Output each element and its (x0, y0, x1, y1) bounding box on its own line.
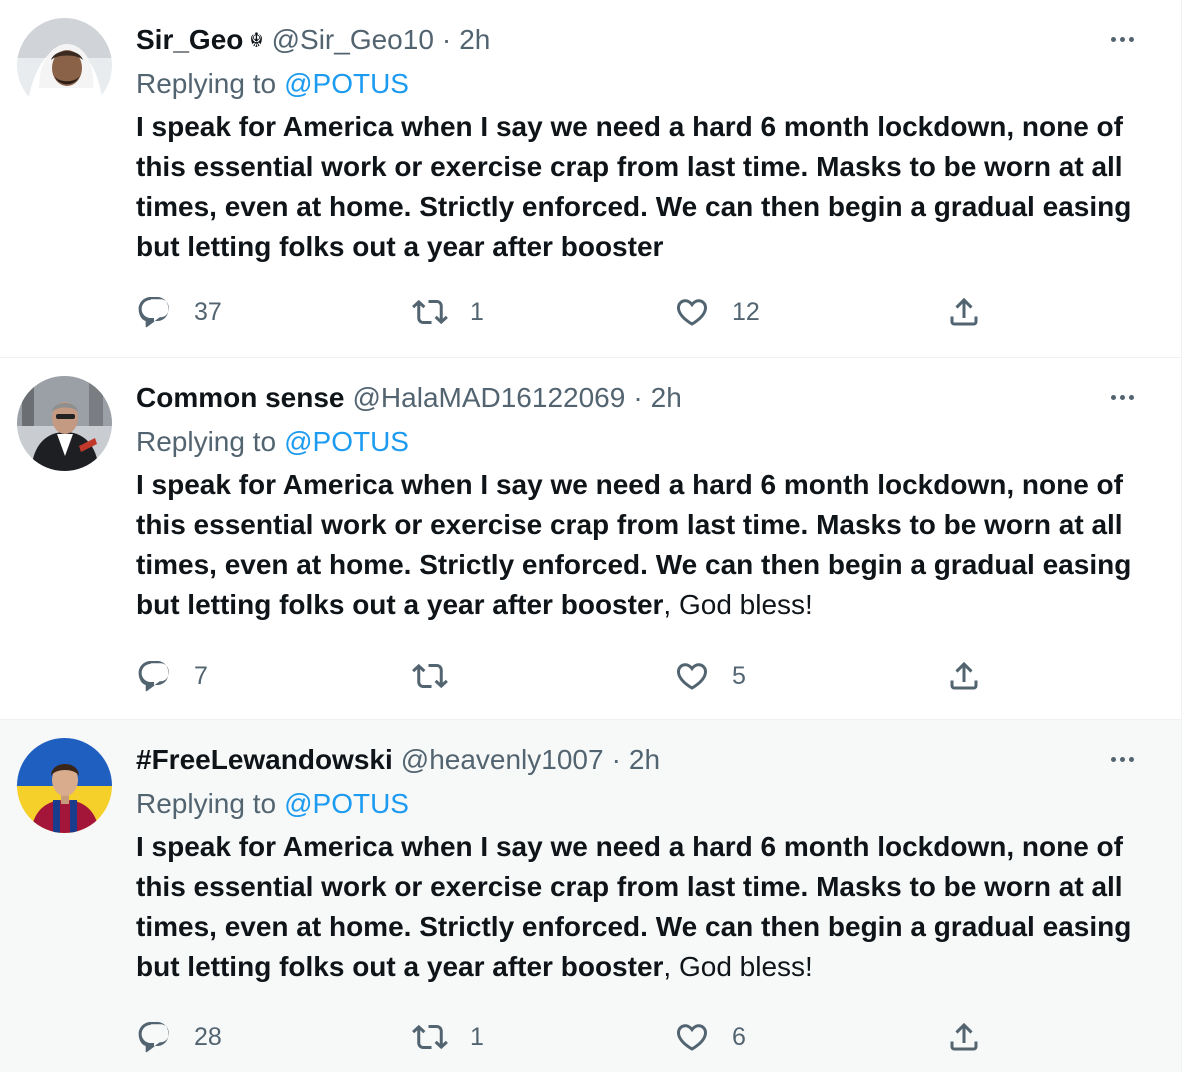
reply-count: 28 (194, 1022, 222, 1051)
share-icon (946, 1019, 982, 1055)
avatar[interactable] (17, 18, 112, 113)
display-name[interactable]: Sir_Geo (136, 24, 243, 56)
timestamp[interactable]: 2h (651, 382, 682, 414)
feed-border (1181, 0, 1182, 1072)
heart-icon (674, 658, 710, 694)
more-horizontal-icon[interactable] (1102, 24, 1142, 54)
tweet-text: I speak for America when I say we need a… (136, 827, 1156, 987)
tweet-text-regular: , God bless! (663, 951, 813, 982)
reply-button[interactable]: 28 (136, 1017, 222, 1057)
share-button[interactable] (946, 656, 982, 696)
user-handle[interactable]: @HalaMAD16122069 (353, 382, 626, 414)
tweet-header: #FreeLewandowski @heavenly1007 · 2h (136, 738, 1142, 782)
tweet[interactable]: #FreeLewandowski @heavenly1007 · 2h Repl… (0, 719, 1182, 1072)
tweet-text-bold: I speak for America when I say we need a… (136, 469, 1132, 620)
timestamp[interactable]: 2h (629, 744, 660, 776)
reply-feed: Sir_Geo ☬ @Sir_Geo10 · 2h Replying to @P… (0, 0, 1194, 1072)
separator: · (633, 382, 643, 413)
replying-to: Replying to @POTUS (136, 62, 1142, 106)
retweet-button[interactable]: 1 (412, 1017, 484, 1057)
reply-count: 7 (194, 661, 208, 690)
sikh-khanda-icon: ☬ (249, 29, 264, 52)
tweet-actions: 37 1 12 (136, 292, 996, 332)
replying-to-label: Replying to (136, 788, 277, 819)
tweet[interactable]: Sir_Geo ☬ @Sir_Geo10 · 2h Replying to @P… (0, 0, 1182, 357)
separator: · (611, 744, 621, 775)
share-icon (946, 658, 982, 694)
tweet-actions: 28 1 6 (136, 1017, 996, 1057)
retweet-icon (412, 1019, 448, 1055)
tweet-actions: 7 5 (136, 656, 996, 696)
retweet-button[interactable] (412, 656, 470, 696)
like-button[interactable]: 12 (674, 292, 760, 332)
tweet-header: Sir_Geo ☬ @Sir_Geo10 · 2h (136, 18, 1142, 62)
tweet-header: Common sense @HalaMAD16122069 · 2h (136, 376, 1142, 420)
tweet-text-bold: I speak for America when I say we need a… (136, 111, 1132, 262)
heart-icon (674, 1019, 710, 1055)
tweet[interactable]: Common sense @HalaMAD16122069 · 2h Reply… (0, 357, 1182, 719)
more-horizontal-icon[interactable] (1102, 382, 1142, 412)
reply-button[interactable]: 37 (136, 292, 222, 332)
avatar[interactable] (17, 738, 112, 833)
retweet-count: 1 (470, 297, 484, 326)
reply-bubble-icon (136, 658, 172, 694)
share-icon (946, 294, 982, 330)
retweet-count: 1 (470, 1022, 484, 1051)
retweet-icon (412, 294, 448, 330)
user-handle[interactable]: @heavenly1007 (401, 744, 604, 776)
like-button[interactable]: 5 (674, 656, 746, 696)
mention-link[interactable]: @POTUS (284, 426, 409, 458)
reply-button[interactable]: 7 (136, 656, 208, 696)
retweet-icon (412, 658, 448, 694)
replying-to: Replying to @POTUS (136, 782, 1142, 826)
separator: · (441, 24, 452, 55)
like-count: 12 (732, 297, 760, 326)
reply-bubble-icon (136, 1019, 172, 1055)
tweet-text: I speak for America when I say we need a… (136, 465, 1156, 625)
like-button[interactable]: 6 (674, 1017, 746, 1057)
replying-to-label: Replying to (136, 68, 277, 99)
reply-bubble-icon (136, 294, 172, 330)
timestamp[interactable]: 2h (459, 24, 490, 56)
replying-to: Replying to @POTUS (136, 420, 1142, 464)
replying-to-label: Replying to (136, 426, 277, 457)
tweet-text: I speak for America when I say we need a… (136, 107, 1156, 267)
display-name[interactable]: #FreeLewandowski (136, 744, 393, 776)
tweet-text-bold: I speak for America when I say we need a… (136, 831, 1132, 982)
like-count: 6 (732, 1022, 746, 1051)
share-button[interactable] (946, 292, 982, 332)
share-button[interactable] (946, 1017, 982, 1057)
tweet-text-regular: , God bless! (663, 589, 813, 620)
retweet-button[interactable]: 1 (412, 292, 484, 332)
reply-count: 37 (194, 297, 222, 326)
more-horizontal-icon[interactable] (1102, 744, 1142, 774)
mention-link[interactable]: @POTUS (284, 68, 409, 100)
like-count: 5 (732, 661, 746, 690)
display-name[interactable]: Common sense (136, 382, 345, 414)
mention-link[interactable]: @POTUS (284, 788, 409, 820)
avatar[interactable] (17, 376, 112, 471)
user-handle[interactable]: @Sir_Geo10 (272, 24, 434, 56)
heart-icon (674, 294, 710, 330)
